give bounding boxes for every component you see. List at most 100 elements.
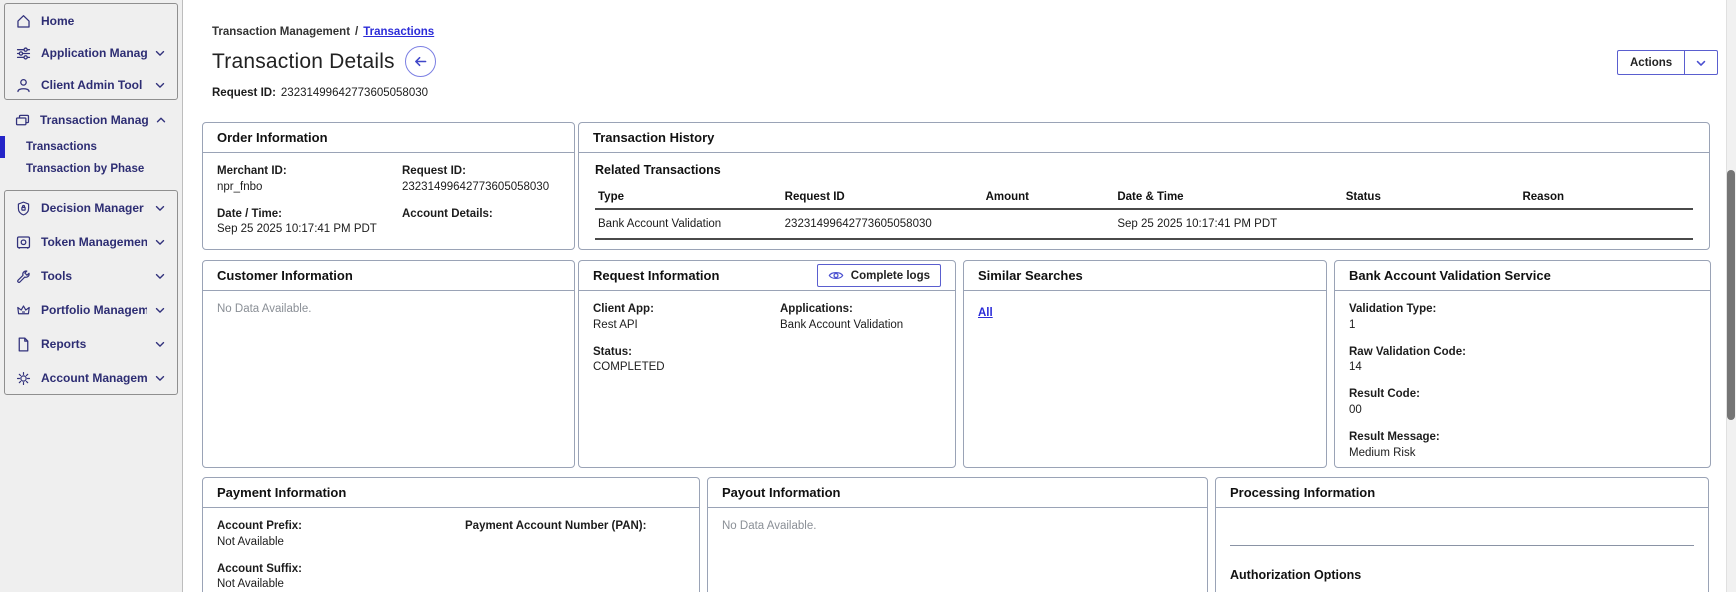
chevron-down-icon — [153, 78, 167, 92]
panel-title: Payout Information — [722, 485, 841, 500]
order-information-panel: Order Information Merchant ID: npr_fnbo … — [202, 122, 575, 250]
pan-field: Payment Account Number (PAN): — [465, 520, 685, 550]
status-field: Status: COMPLETED — [593, 346, 780, 376]
field-value: 14 — [1349, 361, 1362, 374]
sidebar-item-account-management[interactable]: Account Management — [5, 361, 177, 395]
sidebar-item-label: Tools — [41, 269, 73, 283]
field-label: Result Message: — [1349, 430, 1440, 443]
field-label: Raw Validation Code: — [1349, 345, 1466, 358]
column-header-amount: Amount — [982, 186, 1115, 210]
sidebar-item-tools[interactable]: Tools — [5, 259, 177, 293]
cell-request-id: 23231499642773605058030 — [781, 209, 983, 240]
sidebar-item-transaction-by-phase[interactable]: Transaction by Phase — [4, 158, 178, 180]
sliders-icon — [15, 45, 32, 62]
panel-body: Merchant ID: npr_fnbo Request ID: 232314… — [203, 153, 574, 249]
sidebar-item-label: Reports — [41, 337, 87, 351]
table-header-row: Type Request ID Amount Date & Time Statu… — [595, 186, 1693, 210]
sidebar-subitem-label: Transactions — [26, 141, 97, 153]
date-time-field: Date / Time: Sep 25 2025 10:17:41 PM PDT — [217, 208, 402, 238]
field-value: Medium Risk — [1349, 446, 1416, 459]
request-id-line: Request ID: 23231499642773605058030 — [212, 87, 428, 99]
column-header-date-time: Date & Time — [1114, 186, 1343, 210]
sidebar-item-transactions[interactable]: Transactions — [0, 136, 178, 158]
sidebar-item-token-management[interactable]: Token Management — [5, 225, 177, 259]
field-label: Merchant ID: — [217, 165, 287, 177]
panel-header: Transaction History — [579, 123, 1709, 153]
validation-type-field: Validation Type: 1 — [1349, 303, 1696, 333]
vault-icon — [15, 234, 32, 251]
column-header-request-id: Request ID — [781, 186, 983, 210]
actions-menu-toggle[interactable] — [1684, 51, 1717, 74]
customer-information-panel: Customer Information No Data Available. — [202, 260, 575, 468]
raw-validation-code-field: Raw Validation Code: 14 — [1349, 346, 1696, 376]
cell-amount — [982, 209, 1115, 240]
sidebar-item-transaction-management[interactable]: Transaction Management — [4, 104, 178, 136]
sidebar-item-label: Transaction Management — [40, 113, 148, 127]
back-button[interactable] — [404, 46, 436, 77]
panel-title: Processing Information — [1230, 485, 1376, 500]
no-data-text: No Data Available. — [217, 303, 312, 315]
sidebar-item-portfolio-management[interactable]: Portfolio Management — [5, 293, 177, 327]
field-value: Bank Account Validation — [780, 318, 904, 331]
sidebar-item-label: Account Management — [41, 371, 147, 385]
chevron-down-icon — [153, 269, 167, 283]
chevron-up-icon — [154, 113, 168, 127]
breadcrumb: Transaction Management / Transactions — [212, 26, 434, 38]
sidebar-item-reports[interactable]: Reports — [5, 327, 177, 361]
cards-icon — [14, 112, 31, 129]
panel-header: Processing Information — [1216, 478, 1708, 508]
panel-header: Order Information — [203, 123, 574, 153]
panel-body: Account Prefix: Not Available Payment Ac… — [203, 508, 699, 592]
title-row: Transaction Details — [212, 46, 436, 77]
panel-body: Client App: Rest API Applications: Bank … — [579, 291, 955, 387]
panel-title: Customer Information — [217, 268, 353, 283]
user-icon — [15, 77, 32, 94]
related-transactions-heading: Related Transactions — [595, 163, 721, 177]
column-header-type: Type — [595, 186, 782, 210]
field-value: 00 — [1349, 403, 1362, 416]
transaction-history-panel: Transaction History Related Transactions… — [578, 122, 1710, 250]
sidebar-item-home[interactable]: Home — [5, 5, 177, 37]
sidebar-group-transaction-management: Transaction Management Transactions Tran… — [0, 104, 178, 180]
sidebar-item-client-admin-tool[interactable]: Client Admin Tool — [5, 69, 177, 101]
panel-body: No Data Available. — [203, 291, 574, 327]
result-code-field: Result Code: 00 — [1349, 388, 1696, 418]
cell-status — [1342, 209, 1520, 240]
breadcrumb-transactions-link[interactable]: Transactions — [363, 26, 434, 38]
request-id-label: Request ID: — [212, 87, 276, 99]
sidebar-item-application-management[interactable]: Application Management — [5, 37, 177, 69]
panel-header: Bank Account Validation Service — [1335, 261, 1710, 291]
account-suffix-field: Account Suffix: Not Available — [217, 563, 465, 592]
complete-logs-button[interactable]: Complete logs — [816, 264, 941, 287]
panel-title: Payment Information — [217, 485, 347, 500]
field-value: Sep 25 2025 10:17:41 PM PDT — [217, 223, 377, 236]
panel-title: Request Information — [593, 268, 720, 283]
chevron-down-icon — [153, 46, 167, 60]
actions-button[interactable]: Actions — [1617, 50, 1719, 75]
field-value: Not Available — [217, 535, 284, 548]
vertical-scrollbar-track[interactable] — [1726, 0, 1736, 592]
transaction-details-page: Home Application Management Client Admin… — [0, 0, 1736, 592]
sidebar-item-decision-manager[interactable]: Decision Manager — [5, 191, 177, 225]
all-link[interactable]: All — [978, 307, 993, 319]
field-label: Request ID: — [402, 165, 466, 177]
field-value: npr_fnbo — [217, 180, 263, 193]
related-transactions-table: Type Request ID Amount Date & Time Statu… — [595, 186, 1693, 240]
panel-body: Authorization Options — [1216, 508, 1708, 592]
field-label: Payment Account Number (PAN): — [465, 520, 647, 532]
applications-field: Applications: Bank Account Validation — [780, 303, 941, 333]
panel-header: Payment Information — [203, 478, 699, 508]
field-value: 1 — [1349, 318, 1356, 331]
field-value: COMPLETED — [593, 361, 665, 374]
chevron-down-icon — [1694, 56, 1708, 70]
crown-icon — [15, 302, 32, 319]
similar-searches-panel: Similar Searches All — [963, 260, 1327, 468]
chevron-down-icon — [153, 235, 167, 249]
panel-title: Transaction History — [593, 130, 715, 145]
field-label: Validation Type: — [1349, 303, 1437, 315]
cell-type: Bank Account Validation — [595, 209, 782, 240]
panel-header: Similar Searches — [964, 261, 1326, 291]
document-icon — [15, 336, 32, 353]
vertical-scrollbar-thumb[interactable] — [1727, 170, 1735, 420]
bank-account-validation-service-panel: Bank Account Validation Service Validati… — [1334, 260, 1711, 468]
